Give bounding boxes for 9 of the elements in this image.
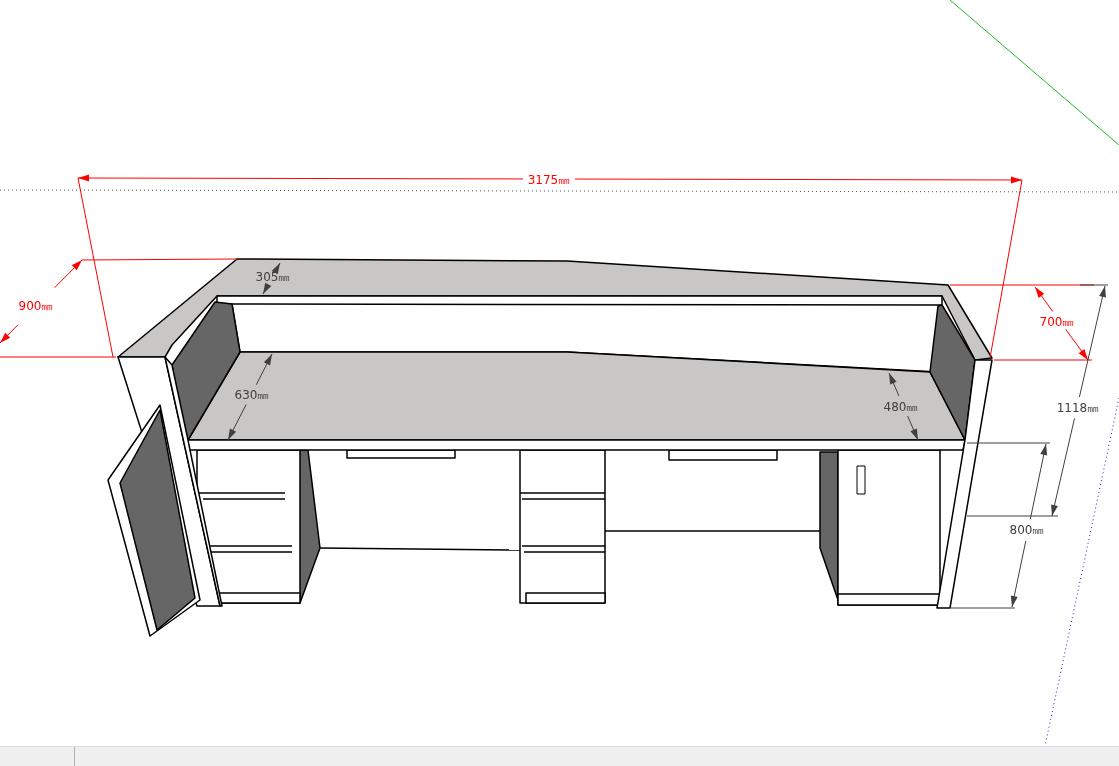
dimension-label: 900㎜ [18, 299, 54, 313]
dimension-label: 480㎜ [883, 400, 919, 414]
dimension-label: 1118㎜ [1056, 401, 1100, 415]
dimension-label: 3175㎜ [527, 173, 571, 187]
dimension-label: 800㎜ [1009, 523, 1045, 537]
dimension-label: 700㎜ [1039, 315, 1075, 329]
model-viewport[interactable]: 3175㎜ 900㎜ 305㎜ 630㎜ 480㎜ 700㎜ 1118㎜ 800㎜ [0, 0, 1119, 746]
dimension-label: 630㎜ [234, 388, 270, 402]
dimension-label: 305㎜ [255, 270, 291, 284]
